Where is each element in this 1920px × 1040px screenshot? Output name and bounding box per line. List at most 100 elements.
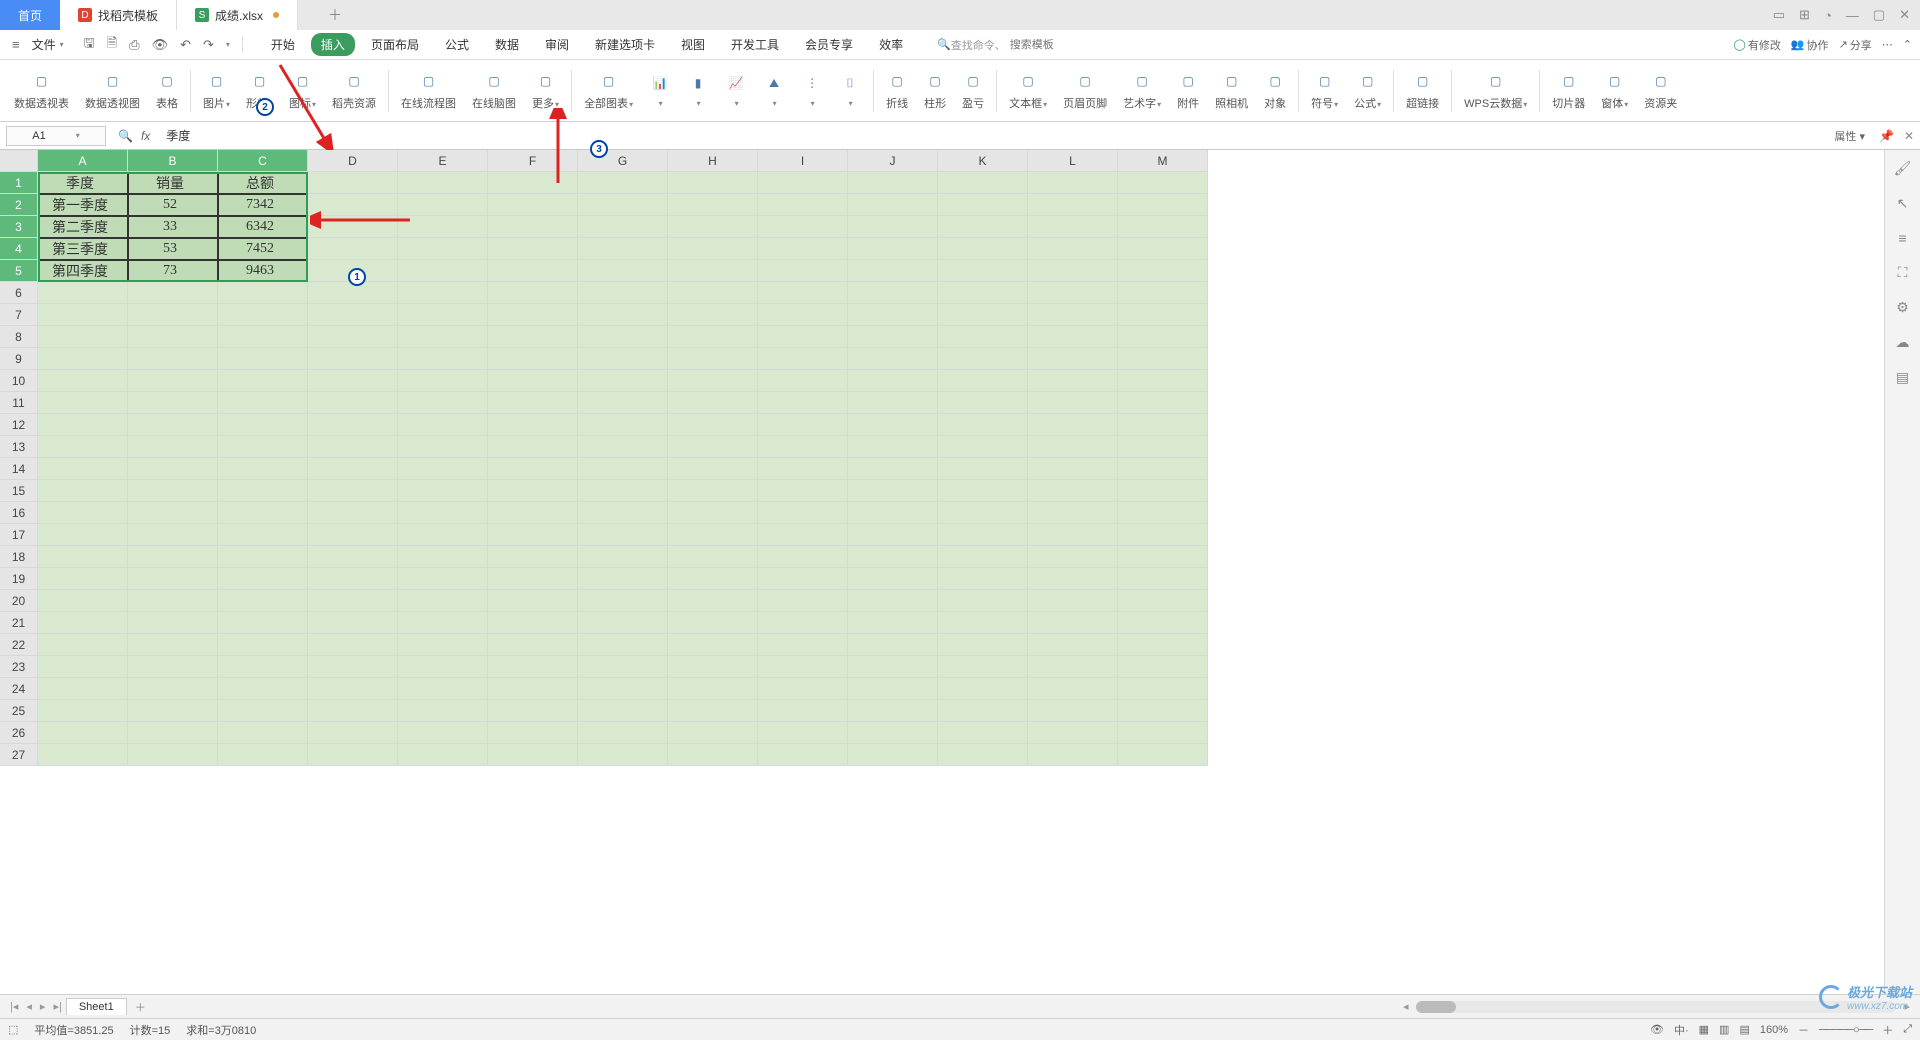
cell[interactable] [1118, 634, 1208, 656]
row-header[interactable]: 23 [0, 656, 38, 678]
cell[interactable] [38, 480, 128, 502]
menu-icon[interactable]: ≡ [8, 35, 24, 54]
cell[interactable] [308, 744, 398, 766]
cell[interactable] [668, 370, 758, 392]
cell[interactable] [398, 414, 488, 436]
cell[interactable] [578, 458, 668, 480]
ribbon-稻壳资源[interactable]: ▢稻壳资源 [324, 63, 384, 119]
cell[interactable] [578, 524, 668, 546]
cell[interactable] [938, 172, 1028, 194]
cell[interactable] [1028, 238, 1118, 260]
cell[interactable] [398, 568, 488, 590]
cell[interactable] [488, 238, 578, 260]
eye-icon[interactable]: 👁 [1650, 1023, 1664, 1036]
cell[interactable] [308, 216, 398, 238]
cell[interactable] [128, 656, 218, 678]
cell[interactable] [578, 612, 668, 634]
row-header[interactable]: 18 [0, 546, 38, 568]
ribbon-col[interactable]: ▮▾ [679, 63, 717, 119]
cell[interactable] [488, 744, 578, 766]
cell[interactable] [938, 194, 1028, 216]
cell[interactable] [38, 590, 128, 612]
cell[interactable] [488, 678, 578, 700]
ribbon-切片器[interactable]: ▢切片器 [1544, 63, 1593, 119]
saveas-icon[interactable]: 🗎 [103, 32, 121, 58]
cell[interactable] [668, 194, 758, 216]
cell[interactable] [1028, 656, 1118, 678]
cell[interactable] [578, 722, 668, 744]
cell[interactable] [1118, 326, 1208, 348]
side-row-icon[interactable]: ≡ [1898, 230, 1906, 246]
cell[interactable] [1028, 282, 1118, 304]
cell[interactable] [38, 744, 128, 766]
cell[interactable] [218, 590, 308, 612]
col-header[interactable]: H [668, 150, 758, 172]
row-header[interactable]: 4 [0, 238, 38, 260]
cell[interactable] [938, 590, 1028, 612]
menu-数据[interactable]: 数据 [485, 33, 529, 56]
row-header[interactable]: 17 [0, 524, 38, 546]
row-header[interactable]: 21 [0, 612, 38, 634]
cell[interactable] [128, 700, 218, 722]
col-header[interactable]: E [398, 150, 488, 172]
ribbon-柱形[interactable]: ▢柱形 [916, 63, 954, 119]
cell[interactable] [218, 348, 308, 370]
cell[interactable] [578, 282, 668, 304]
cell[interactable] [398, 590, 488, 612]
cell[interactable] [398, 392, 488, 414]
cell[interactable] [1118, 194, 1208, 216]
cell[interactable] [128, 546, 218, 568]
row-header[interactable]: 20 [0, 590, 38, 612]
cell[interactable] [1118, 260, 1208, 282]
cell[interactable] [488, 590, 578, 612]
ribbon-stock[interactable]: ⌷▾ [831, 63, 869, 119]
cell[interactable] [848, 392, 938, 414]
cell[interactable] [398, 700, 488, 722]
cell[interactable] [1118, 546, 1208, 568]
cell[interactable] [128, 634, 218, 656]
cell[interactable] [398, 238, 488, 260]
cell[interactable] [1118, 414, 1208, 436]
cell[interactable] [398, 656, 488, 678]
row-header[interactable]: 6 [0, 282, 38, 304]
cell[interactable] [578, 326, 668, 348]
ribbon-符号[interactable]: ▢符号▾ [1303, 63, 1346, 119]
search-input[interactable] [1010, 39, 1100, 51]
cell[interactable] [38, 722, 128, 744]
cell[interactable] [578, 480, 668, 502]
cell[interactable] [308, 612, 398, 634]
cell[interactable] [758, 722, 848, 744]
cell[interactable] [308, 568, 398, 590]
cell[interactable] [38, 656, 128, 678]
user-icon[interactable]: ◔ [1824, 8, 1832, 23]
cell[interactable] [1028, 546, 1118, 568]
cell[interactable] [128, 282, 218, 304]
cell[interactable] [938, 568, 1028, 590]
cell[interactable] [1028, 590, 1118, 612]
ribbon-形状[interactable]: ▢形状▾ [238, 63, 281, 119]
cell[interactable] [938, 260, 1028, 282]
cell[interactable] [218, 458, 308, 480]
cell[interactable] [578, 260, 668, 282]
cell[interactable] [1118, 700, 1208, 722]
cell[interactable] [848, 502, 938, 524]
cell[interactable] [848, 744, 938, 766]
modified-indicator[interactable]: ◯有修改 [1734, 37, 1781, 53]
side-settings-icon[interactable]: ⚙ [1896, 299, 1909, 316]
cell[interactable] [1118, 568, 1208, 590]
menu-新建选项卡[interactable]: 新建选项卡 [585, 33, 665, 56]
cell[interactable]: 52 [128, 194, 218, 216]
zoom-slider[interactable]: ─────○── [1819, 1024, 1872, 1036]
cell[interactable] [1028, 172, 1118, 194]
cell[interactable] [1028, 436, 1118, 458]
cell[interactable] [938, 524, 1028, 546]
cell[interactable] [488, 172, 578, 194]
cell[interactable] [668, 502, 758, 524]
cell[interactable] [668, 480, 758, 502]
cell[interactable] [218, 414, 308, 436]
cell[interactable] [938, 282, 1028, 304]
cell[interactable] [218, 612, 308, 634]
ribbon-更多[interactable]: ▢更多▾ [524, 63, 567, 119]
cell[interactable] [1028, 634, 1118, 656]
cell[interactable] [398, 502, 488, 524]
